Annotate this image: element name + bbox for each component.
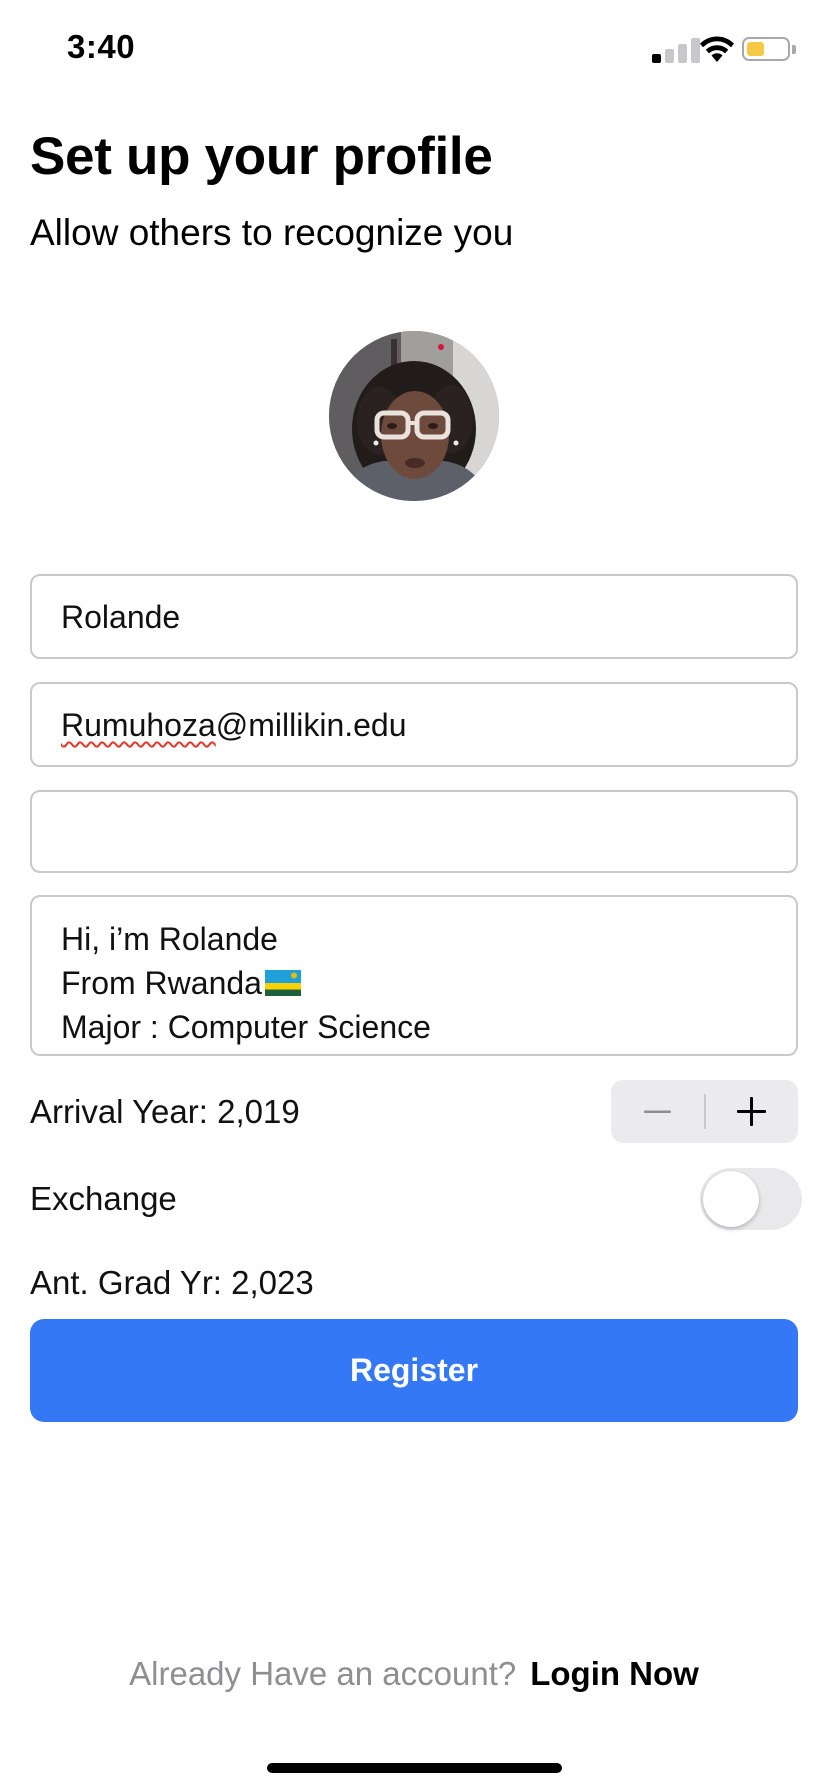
home-indicator[interactable] bbox=[267, 1763, 562, 1773]
status-time: 3:40 bbox=[67, 28, 136, 65]
profile-setup-screen: 3:40 Set up your profile Allow others to… bbox=[0, 0, 828, 1792]
email-value: Rumuhoza@millikin.edu bbox=[61, 707, 407, 744]
login-prompt: Already Have an account? Login Now bbox=[0, 1655, 828, 1693]
bio-text-area[interactable]: Hi, i’m Rolande From Rwanda Major : Comp… bbox=[30, 895, 798, 1056]
wifi-icon bbox=[700, 36, 734, 62]
email-user: Rumuhoza bbox=[61, 707, 216, 743]
grad-year-label: Ant. Grad Yr: 2,023 bbox=[30, 1264, 314, 1301]
profile-photo bbox=[329, 331, 499, 501]
name-field[interactable]: Rolande bbox=[30, 574, 798, 659]
bio-line-2: From Rwanda bbox=[61, 961, 431, 1005]
toggle-knob bbox=[703, 1171, 759, 1227]
rwanda-flag-icon bbox=[264, 970, 301, 996]
plus-icon bbox=[737, 1097, 766, 1126]
page-subtitle: Allow others to recognize you bbox=[30, 212, 514, 253]
bio-line-3: Major : Computer Science bbox=[61, 1009, 431, 1045]
exchange-label: Exchange bbox=[30, 1180, 177, 1217]
page-title: Set up your profile bbox=[30, 127, 493, 186]
name-value: Rolande bbox=[61, 599, 181, 635]
cellular-signal-icon bbox=[652, 37, 704, 63]
already-have-account-text: Already Have an account? bbox=[129, 1655, 517, 1692]
arrival-year-label: Arrival Year: 2,019 bbox=[30, 1093, 300, 1130]
bio-line-1: Hi, i’m Rolande bbox=[61, 921, 278, 957]
profile-avatar[interactable] bbox=[329, 331, 499, 501]
email-field[interactable]: Rumuhoza@millikin.edu bbox=[30, 682, 798, 767]
decrement-button[interactable] bbox=[611, 1080, 704, 1143]
battery-icon bbox=[742, 37, 790, 61]
arrival-year-stepper bbox=[611, 1080, 798, 1143]
battery-level bbox=[747, 42, 764, 56]
bio-text: Hi, i’m Rolande From Rwanda Major : Comp… bbox=[61, 917, 431, 1049]
increment-button[interactable] bbox=[705, 1080, 798, 1143]
bio-line-2-text: From Rwanda bbox=[61, 965, 262, 1001]
email-domain: @millikin.edu bbox=[215, 707, 407, 743]
battery-cap bbox=[792, 45, 796, 54]
minus-icon bbox=[644, 1110, 671, 1113]
login-now-link[interactable]: Login Now bbox=[530, 1655, 699, 1692]
register-button[interactable]: Register bbox=[30, 1319, 798, 1422]
exchange-toggle[interactable] bbox=[700, 1168, 802, 1230]
empty-text-field[interactable] bbox=[30, 790, 798, 873]
